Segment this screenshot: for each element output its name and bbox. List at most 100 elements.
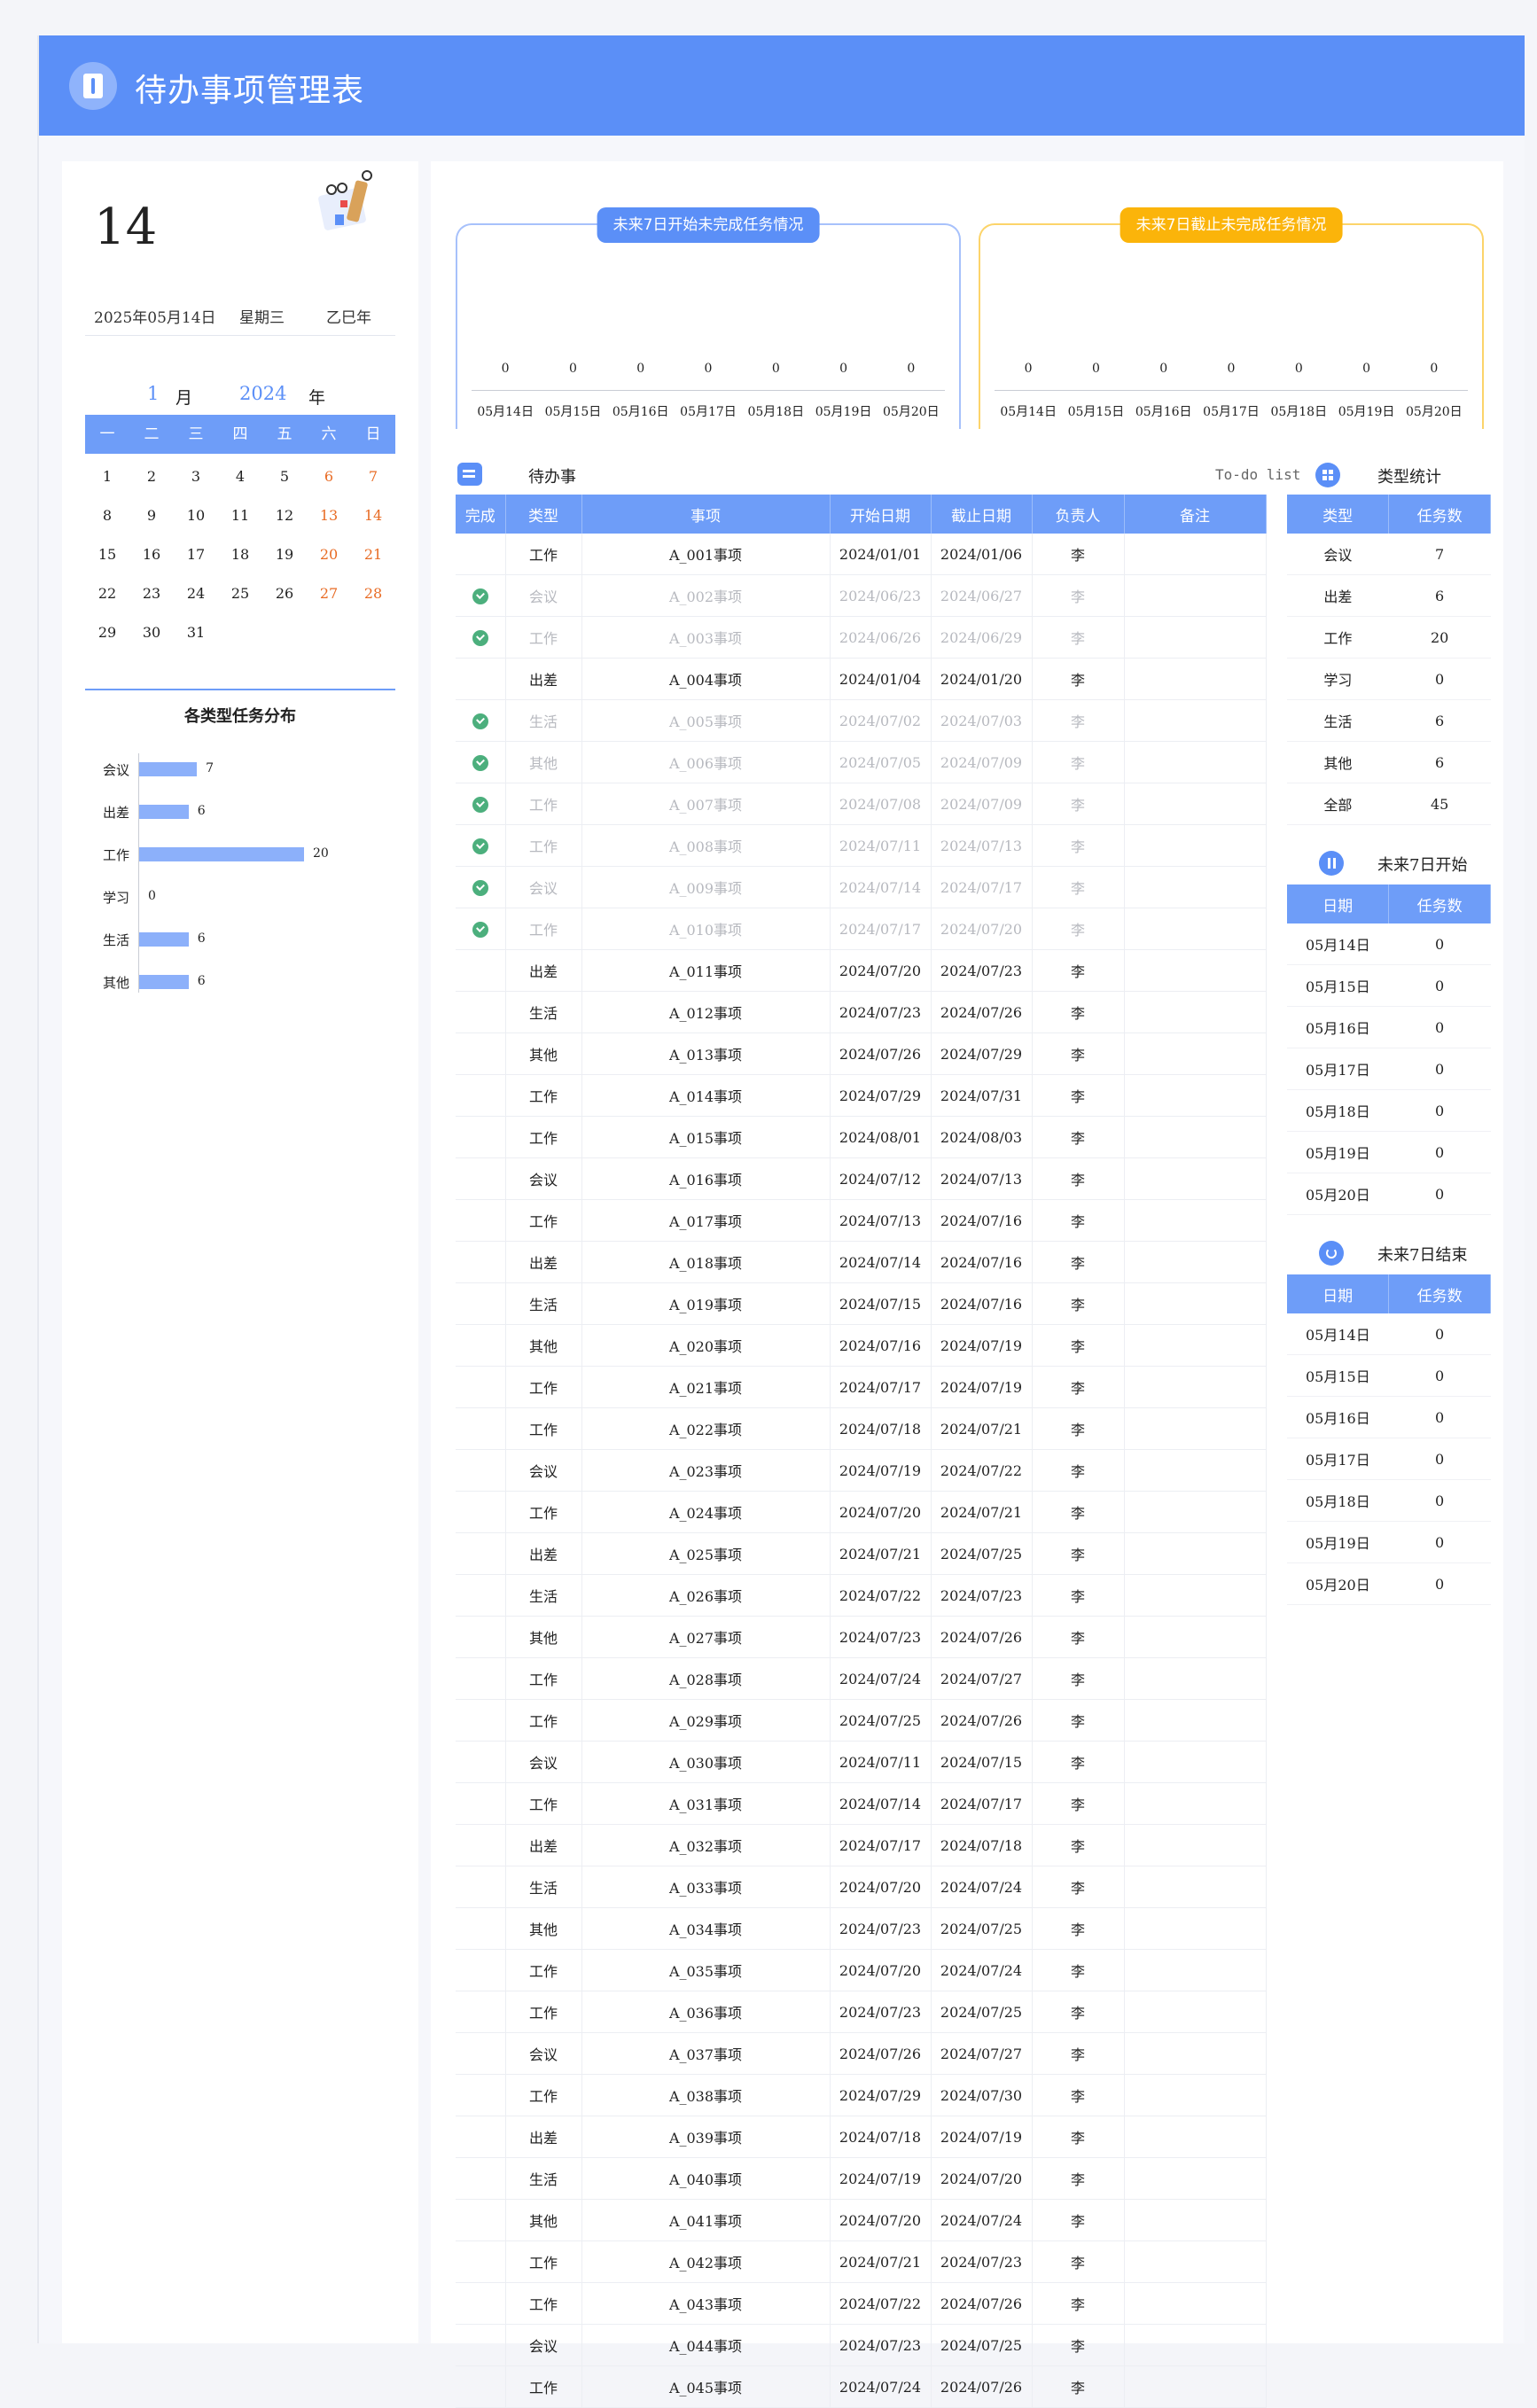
table-row[interactable]: 工作 A_021事项 2024/07/17 2024/07/19 李 [456,1366,1267,1408]
cell-type[interactable]: 工作 [505,1991,582,2033]
cell-item[interactable]: A_042事项 [581,2240,831,2283]
cell-note[interactable] [1124,991,1267,1033]
cell-owner[interactable]: 李 [1032,1033,1125,1075]
table-row[interactable]: 其他 A_041事项 2024/07/20 2024/07/24 李 [456,2199,1267,2241]
cell-end[interactable]: 2024/07/27 [931,1657,1033,1700]
table-row[interactable]: 出差 A_039事项 2024/07/18 2024/07/19 李 [456,2116,1267,2158]
cell-item[interactable]: A_038事项 [581,2074,831,2116]
cell-owner[interactable]: 李 [1032,2240,1125,2283]
cell-owner[interactable]: 李 [1032,1532,1125,1575]
done-cell[interactable] [456,1033,506,1075]
cell-start[interactable]: 2024/07/23 [830,1907,932,1950]
cell-start[interactable]: 2024/07/17 [830,1824,932,1866]
check-circle-icon[interactable] [472,879,488,896]
cell-note[interactable] [1124,1407,1267,1450]
cell-note[interactable] [1124,1532,1267,1575]
cell-start[interactable]: 2024/07/19 [830,1449,932,1492]
cell-type[interactable]: 生活 [505,1866,582,1908]
cell-owner[interactable]: 李 [1032,1407,1125,1450]
table-row[interactable]: 工作 A_001事项 2024/01/01 2024/01/06 李 [456,534,1267,575]
cell-owner[interactable]: 李 [1032,866,1125,908]
cell-note[interactable] [1124,1741,1267,1783]
cell-start[interactable]: 2024/07/29 [830,2074,932,2116]
cell-item[interactable]: A_013事项 [581,1033,831,1075]
cell-type[interactable]: 会议 [505,1741,582,1783]
cell-end[interactable]: 2024/07/26 [931,1699,1033,1742]
done-cell[interactable] [456,616,506,658]
table-row[interactable]: 工作 A_010事项 2024/07/17 2024/07/20 李 [456,908,1267,950]
done-cell[interactable] [456,1907,506,1950]
table-row[interactable]: 工作 A_014事项 2024/07/29 2024/07/31 李 [456,1074,1267,1117]
done-cell[interactable] [456,1074,506,1117]
table-row[interactable]: 会议 A_044事项 2024/07/23 2024/07/25 李 [456,2324,1267,2366]
cell-note[interactable] [1124,1574,1267,1617]
table-row[interactable]: 工作 A_031事项 2024/07/14 2024/07/17 李 [456,1782,1267,1825]
cell-item[interactable]: A_018事项 [581,1241,831,1283]
table-row[interactable]: 工作 A_017事项 2024/07/13 2024/07/16 李 [456,1199,1267,1242]
cell-item[interactable]: A_004事项 [581,658,831,700]
cell-end[interactable]: 2024/07/13 [931,1157,1033,1200]
cell-type[interactable]: 工作 [505,2282,582,2325]
cell-owner[interactable]: 李 [1032,824,1125,867]
cell-end[interactable]: 2024/07/16 [931,1241,1033,1283]
cell-item[interactable]: A_040事项 [581,2157,831,2200]
cell-start[interactable]: 2024/07/16 [830,1324,932,1367]
cell-type[interactable]: 工作 [505,824,582,867]
cell-item[interactable]: A_025事项 [581,1532,831,1575]
cell-end[interactable]: 2024/07/24 [931,1866,1033,1908]
cell-owner[interactable]: 李 [1032,1782,1125,1825]
cell-end[interactable]: 2024/07/23 [931,1574,1033,1617]
cell-note[interactable] [1124,1449,1267,1492]
cell-note[interactable] [1124,1241,1267,1283]
cell-start[interactable]: 2024/07/23 [830,1616,932,1658]
cell-note[interactable] [1124,1157,1267,1200]
cell-note[interactable] [1124,1866,1267,1908]
calendar-day[interactable]: 8 [85,496,129,535]
calendar-day[interactable]: 6 [307,457,351,496]
cell-type[interactable]: 其他 [505,2199,582,2241]
cell-type[interactable]: 其他 [505,1324,582,1367]
cell-owner[interactable]: 李 [1032,2157,1125,2200]
cell-owner[interactable]: 李 [1032,1824,1125,1866]
table-row[interactable]: 工作 A_003事项 2024/06/26 2024/06/29 李 [456,616,1267,658]
cell-note[interactable] [1124,866,1267,908]
cell-owner[interactable]: 李 [1032,1366,1125,1408]
cell-end[interactable]: 2024/07/17 [931,1782,1033,1825]
done-cell[interactable] [456,2116,506,2158]
done-cell[interactable] [456,2199,506,2241]
cell-end[interactable]: 2024/01/20 [931,658,1033,700]
cell-end[interactable]: 2024/07/20 [931,2157,1033,2200]
cell-type[interactable]: 出差 [505,1241,582,1283]
cell-end[interactable]: 2024/07/17 [931,866,1033,908]
cell-type[interactable]: 工作 [505,1782,582,1825]
cell-start[interactable]: 2024/07/23 [830,1991,932,2033]
cell-type[interactable]: 出差 [505,949,582,992]
cell-type[interactable]: 工作 [505,2074,582,2116]
cell-start[interactable]: 2024/07/23 [830,2324,932,2366]
calendar-day[interactable]: 2 [129,457,174,496]
cell-item[interactable]: A_008事项 [581,824,831,867]
table-row[interactable]: 其他 A_027事项 2024/07/23 2024/07/26 李 [456,1616,1267,1658]
table-row[interactable]: 其他 A_013事项 2024/07/26 2024/07/29 李 [456,1033,1267,1075]
table-row[interactable]: 工作 A_035事项 2024/07/20 2024/07/24 李 [456,1949,1267,1991]
cell-start[interactable]: 2024/07/13 [830,1199,932,1242]
calendar-day[interactable]: 18 [218,535,262,574]
cell-owner[interactable]: 李 [1032,1991,1125,2033]
cell-end[interactable]: 2024/07/24 [931,2199,1033,2241]
check-circle-icon[interactable] [472,754,488,771]
cell-note[interactable] [1124,1366,1267,1408]
cell-end[interactable]: 2024/07/27 [931,2032,1033,2075]
done-cell[interactable] [456,1616,506,1658]
cell-end[interactable]: 2024/07/09 [931,783,1033,825]
cell-start[interactable]: 2024/07/23 [830,991,932,1033]
cell-owner[interactable]: 李 [1032,2282,1125,2325]
cell-owner[interactable]: 李 [1032,1324,1125,1367]
cell-end[interactable]: 2024/07/24 [931,1949,1033,1991]
cell-item[interactable]: A_039事项 [581,2116,831,2158]
cell-note[interactable] [1124,1991,1267,2033]
cell-owner[interactable]: 李 [1032,1116,1125,1158]
table-row[interactable]: 工作 A_038事项 2024/07/29 2024/07/30 李 [456,2074,1267,2116]
calendar-day[interactable]: 12 [262,496,307,535]
cell-end[interactable]: 2024/07/25 [931,2324,1033,2366]
cell-note[interactable] [1124,2157,1267,2200]
